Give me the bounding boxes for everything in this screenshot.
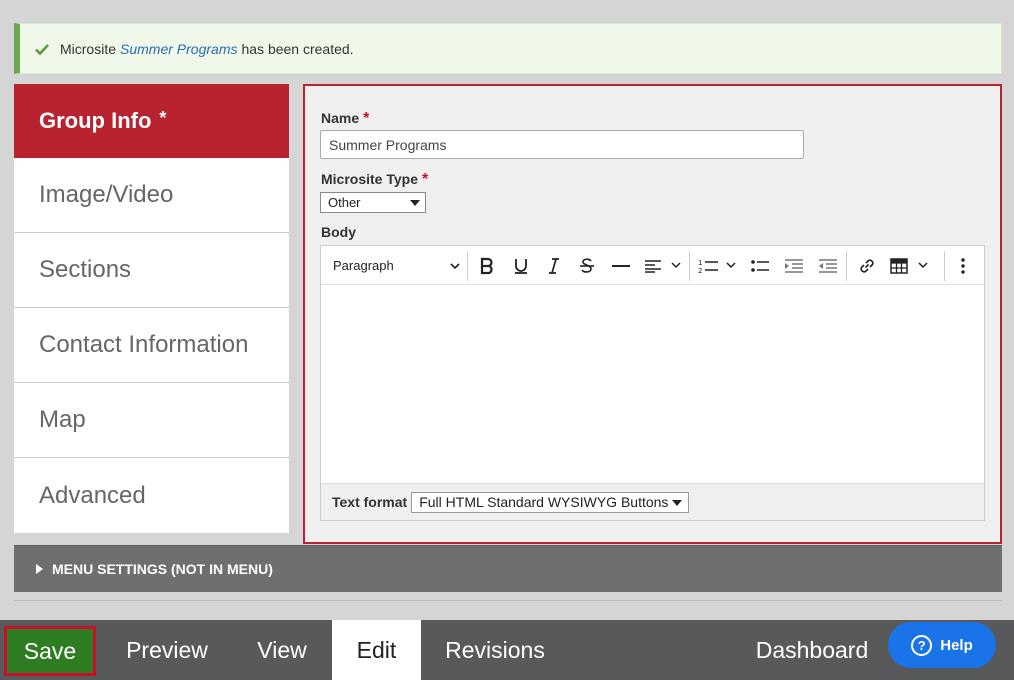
strikethrough-icon[interactable]	[573, 246, 601, 285]
align-dropdown[interactable]	[645, 246, 681, 285]
paragraph-format-dropdown[interactable]: Paragraph	[333, 246, 461, 285]
wysiwyg-editor: Paragraph 1 2 Text format Full HTML Stan…	[320, 245, 985, 521]
tab-label: Group Info	[39, 108, 152, 133]
microsite-type-label: Microsite Type *	[321, 171, 429, 188]
editor-toolbar: Paragraph 1 2	[321, 246, 984, 285]
chevron-down-icon	[450, 262, 460, 269]
status-prefix: Microsite	[60, 40, 117, 57]
editor-content-area[interactable]	[321, 285, 984, 483]
required-star: *	[159, 107, 167, 128]
align-left-icon	[645, 259, 661, 273]
dropdown-arrow-icon	[672, 499, 683, 506]
name-input[interactable]	[320, 130, 804, 159]
bold-icon[interactable]	[473, 246, 501, 285]
paragraph-label: Paragraph	[333, 258, 394, 273]
bulleted-list-icon[interactable]	[746, 246, 774, 285]
required-star: *	[363, 110, 370, 127]
text-format-label: Text format	[332, 494, 408, 510]
numbered-list-icon: 12	[698, 259, 718, 274]
menu-settings-toggle[interactable]: MENU SETTINGS (NOT IN MENU)	[14, 545, 1002, 592]
tab-map[interactable]: Map	[14, 383, 289, 458]
preview-button[interactable]: Preview	[104, 620, 230, 680]
dashboard-button[interactable]: Dashboard	[742, 620, 882, 680]
link-icon[interactable]	[853, 246, 881, 285]
text-format-select[interactable]: Full HTML Standard WYSIWYG Buttons	[411, 491, 690, 513]
status-link[interactable]: Summer Programs	[120, 41, 237, 57]
more-options-icon[interactable]	[951, 246, 975, 285]
text-format-bar: Text format Full HTML Standard WYSIWYG B…	[321, 483, 984, 520]
microsite-type-select[interactable]: Other	[320, 192, 426, 213]
tab-contact-information[interactable]: Contact Information	[14, 308, 289, 383]
svg-text:1: 1	[698, 259, 702, 267]
status-suffix: has been created.	[241, 40, 354, 57]
select-value: Other	[328, 195, 361, 210]
tab-label: Sections	[39, 256, 132, 283]
help-label: Help	[940, 636, 973, 654]
tab-group-info[interactable]: Group Info *	[14, 84, 289, 158]
tab-advanced[interactable]: Advanced	[14, 458, 289, 533]
check-icon	[34, 41, 50, 57]
outdent-icon[interactable]	[780, 246, 808, 285]
tab-sections[interactable]: Sections	[14, 233, 289, 308]
table-icon	[890, 257, 908, 274]
indent-icon[interactable]	[814, 246, 842, 285]
tab-label: Contact Information	[39, 331, 249, 358]
edit-button[interactable]: Edit	[332, 620, 421, 680]
divider	[14, 600, 1002, 601]
tab-label: Image/Video	[39, 181, 174, 208]
chevron-down-icon	[726, 262, 736, 269]
revisions-button[interactable]: Revisions	[430, 620, 560, 680]
triangle-right-icon	[36, 564, 43, 574]
save-button[interactable]: Save	[4, 626, 96, 676]
bottom-action-bar: Save Preview View Edit Revisions Dashboa…	[0, 620, 1014, 680]
status-message: Microsite Summer Programs has been creat…	[14, 23, 1002, 74]
name-label: Name *	[321, 110, 370, 127]
tab-label: Map	[39, 406, 86, 433]
required-star: *	[422, 171, 429, 188]
numbered-list-dropdown[interactable]: 12	[698, 246, 736, 285]
menu-settings-label: MENU SETTINGS (NOT IN MENU)	[52, 561, 273, 577]
table-dropdown[interactable]	[890, 246, 928, 285]
chevron-down-icon	[671, 262, 681, 269]
chevron-down-icon	[918, 262, 928, 269]
help-button[interactable]: ? Help	[888, 622, 996, 668]
svg-text:2: 2	[698, 267, 702, 274]
question-icon: ?	[911, 634, 933, 656]
dropdown-arrow-icon	[410, 200, 420, 206]
body-label: Body	[321, 224, 356, 240]
horizontal-line-icon[interactable]	[607, 246, 635, 285]
tab-image-video[interactable]: Image/Video	[14, 158, 289, 233]
tab-label: Advanced	[39, 481, 146, 509]
group-info-panel: Name* Microsite Type* Other Body Paragra…	[303, 84, 1002, 544]
italic-icon[interactable]	[540, 246, 568, 285]
underline-icon[interactable]	[507, 246, 535, 285]
view-button[interactable]: View	[240, 620, 324, 680]
select-value: Full HTML Standard WYSIWYG Buttons	[419, 494, 669, 510]
vertical-tabs: Group Info * Image/Video Sections Contac…	[14, 84, 289, 533]
